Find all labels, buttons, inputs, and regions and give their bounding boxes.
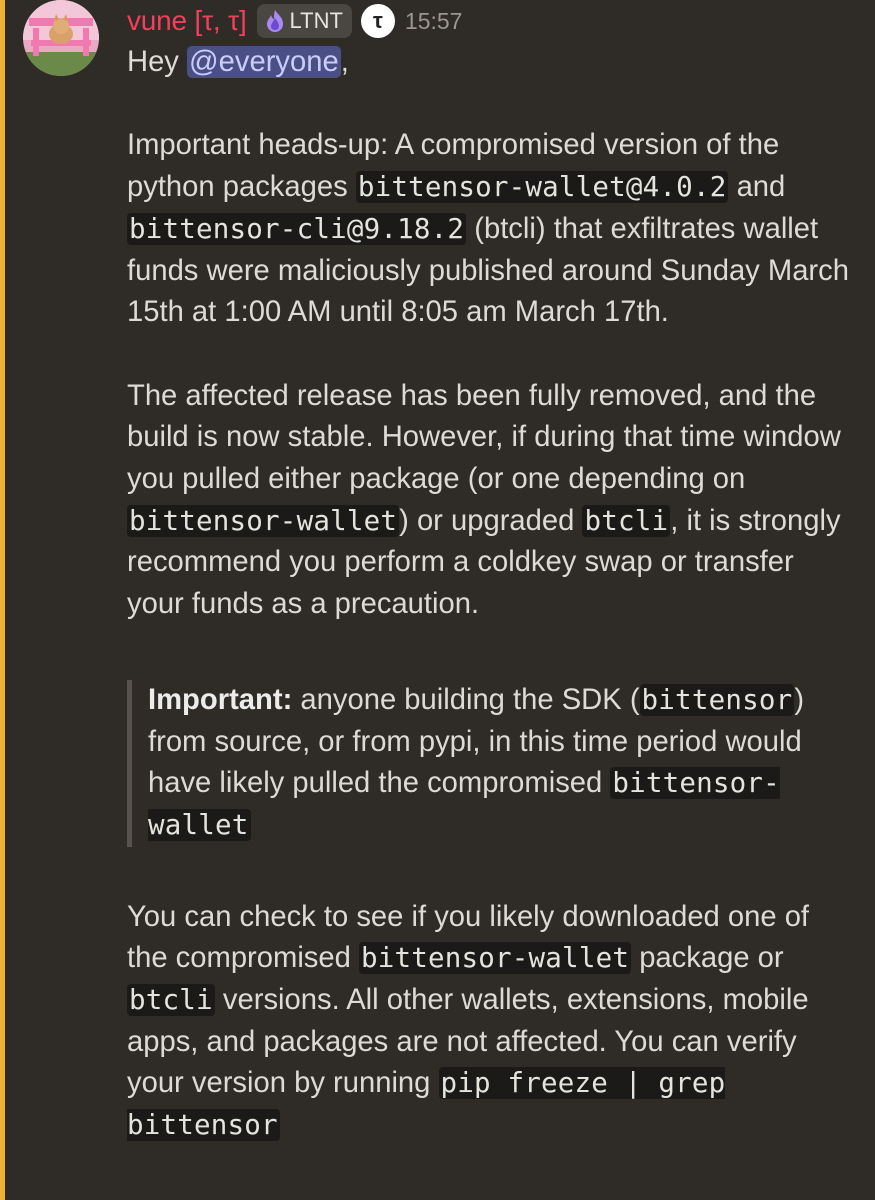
message-content: Hey @everyone, Important heads-up: A com… [127, 42, 857, 1147]
inline-code: bittensor-cli@9.18.2 [127, 212, 467, 245]
inline-code: btcli [582, 504, 671, 537]
greeting-text: Hey [127, 46, 188, 78]
greeting: Hey @everyone, [127, 42, 857, 84]
para3-text-2: package or [631, 942, 784, 975]
inline-code: bittensor-wallet [127, 504, 400, 537]
inline-code: bittensor-wallet [358, 942, 632, 975]
para1-text-2: and [728, 171, 786, 204]
role-badge-label: LTNT [289, 8, 343, 33]
quote-bold: Important: [148, 683, 293, 716]
greeting-suffix: , [340, 46, 349, 78]
paragraph-1: Important heads-up: A compromised versio… [127, 125, 857, 334]
para2-text-2: ) or upgraded [399, 504, 583, 537]
paragraph-3: You can check to see if you likely downl… [127, 897, 857, 1147]
block-quote: Important: anyone building the SDK (bitt… [127, 679, 838, 847]
quote-text: Important: anyone building the SDK (bitt… [148, 680, 838, 847]
author-name[interactable]: vune [τ, τ] [127, 5, 247, 37]
quote-text-1: anyone building the SDK ( [292, 683, 640, 716]
highlight-bar [0, 0, 5, 1200]
para2-text-1: The affected release has been fully remo… [127, 379, 841, 495]
role-badge[interactable]: LTNT [256, 4, 352, 38]
tao-badge-icon[interactable]: τ [360, 4, 395, 38]
avatar[interactable] [23, 0, 99, 76]
inline-code: btcli [127, 984, 215, 1017]
purple-flame-icon [264, 9, 286, 33]
inline-code: bittensor [639, 683, 795, 716]
message-header: vune [τ, τ] LTNT τ 15:57 [127, 2, 462, 40]
paragraph-2: The affected release has been fully remo… [127, 376, 857, 626]
timestamp[interactable]: 15:57 [405, 8, 463, 35]
mention-everyone[interactable]: @everyone [187, 46, 341, 78]
inline-code: bittensor-wallet@4.0.2 [355, 171, 729, 204]
avatar-image [23, 0, 99, 76]
